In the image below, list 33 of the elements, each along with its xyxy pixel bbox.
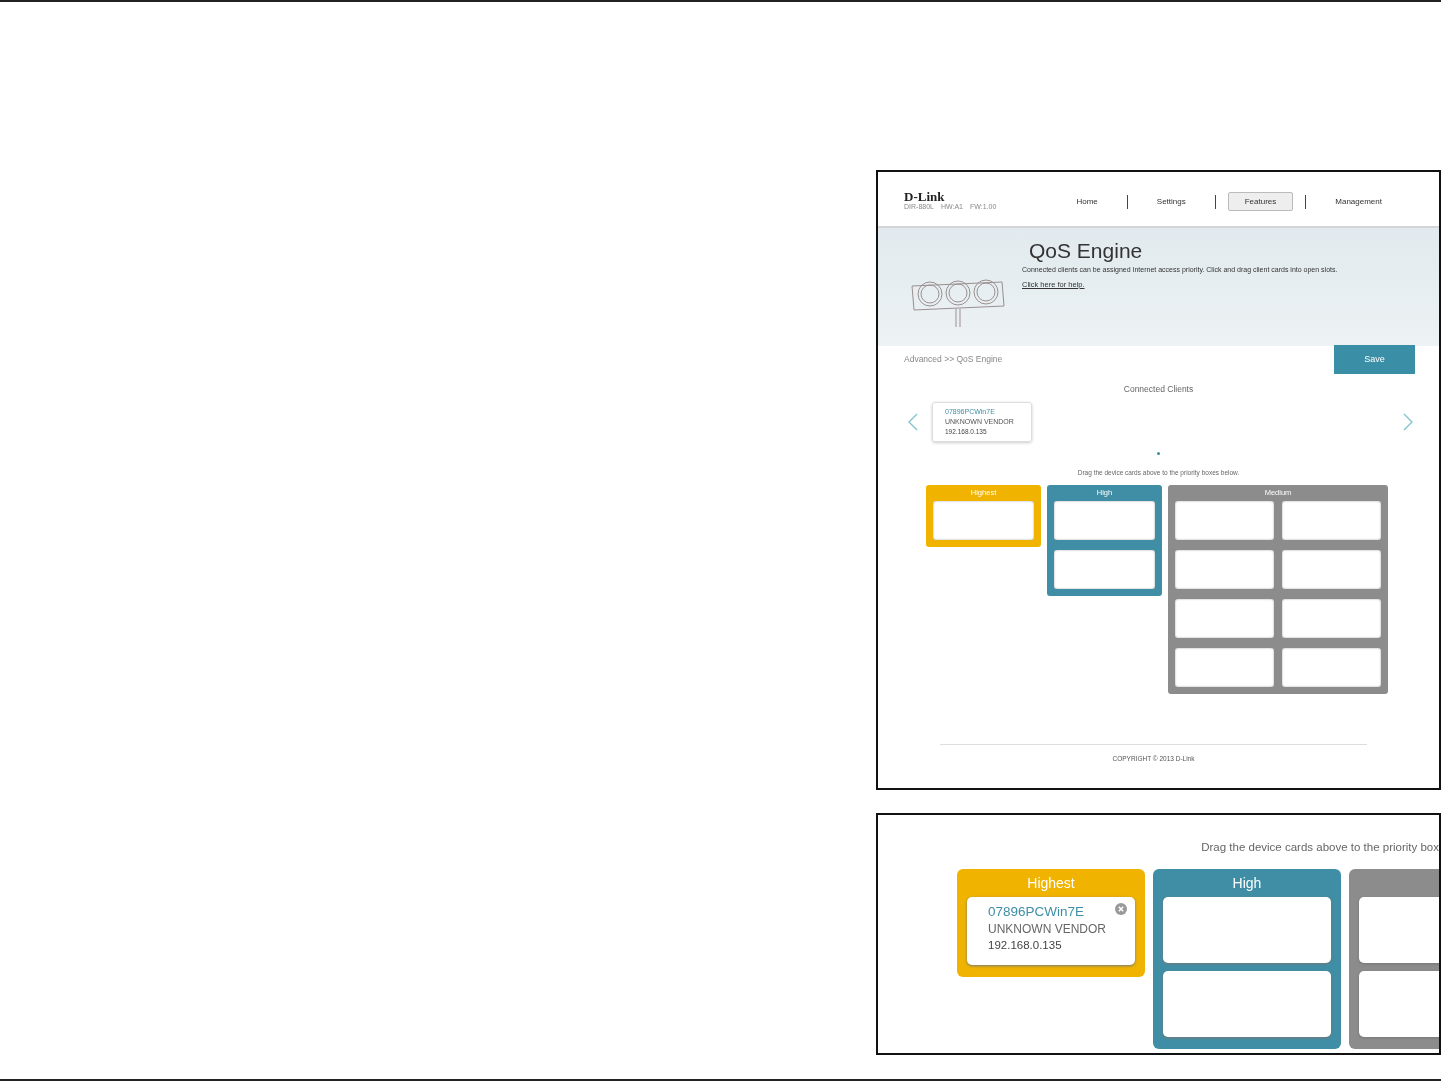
chevron-right-icon[interactable] — [1403, 413, 1413, 431]
nav-tab[interactable]: Features — [1227, 192, 1294, 211]
empty-slot[interactable] — [1175, 550, 1274, 589]
save-button[interactable]: Save — [1334, 344, 1415, 374]
empty-slot[interactable] — [1175, 599, 1274, 638]
section-title: Connected Clients — [1122, 384, 1195, 394]
client-ip: 192.168.0.135 — [988, 938, 1062, 953]
empty-slot[interactable] — [933, 501, 1034, 540]
empty-slot[interactable] — [1282, 599, 1381, 638]
client-card[interactable]: 07896PCWin7E UNKNOWN VENDOR 192.168.0.135 — [967, 897, 1135, 965]
nav-tab[interactable]: Management — [1318, 192, 1399, 211]
empty-slot[interactable] — [1054, 501, 1155, 540]
chevron-left-icon[interactable] — [908, 413, 918, 431]
breadcrumb: Advanced >> QoS Engine — [904, 354, 1003, 364]
nav-tab[interactable]: Settings — [1139, 192, 1203, 211]
client-vendor: UNKNOWN VENDOR — [988, 921, 1106, 937]
client-name: 07896PCWin7E — [988, 903, 1085, 921]
empty-slot[interactable] — [1054, 550, 1155, 589]
empty-slot[interactable] — [1282, 501, 1381, 540]
page-title: QoS Engine — [1029, 238, 1144, 264]
nav-tab[interactable]: Home — [1059, 192, 1115, 211]
page-dot-icon[interactable] — [1157, 452, 1160, 455]
empty-slot[interactable] — [1282, 550, 1381, 589]
empty-slot[interactable] — [1175, 501, 1274, 540]
empty-slot[interactable] — [1282, 648, 1381, 687]
empty-slot[interactable] — [1175, 648, 1274, 687]
empty-slot[interactable] — [1163, 971, 1331, 1037]
priority-label: Highest — [1027, 875, 1075, 891]
priority-label: High — [1232, 875, 1262, 891]
empty-slot[interactable] — [1163, 897, 1331, 963]
drag-hint: Drag the device cards above to the priority box — [1200, 841, 1439, 853]
close-icon[interactable] — [1115, 903, 1127, 915]
logo-text: D-Link — [904, 190, 946, 203]
